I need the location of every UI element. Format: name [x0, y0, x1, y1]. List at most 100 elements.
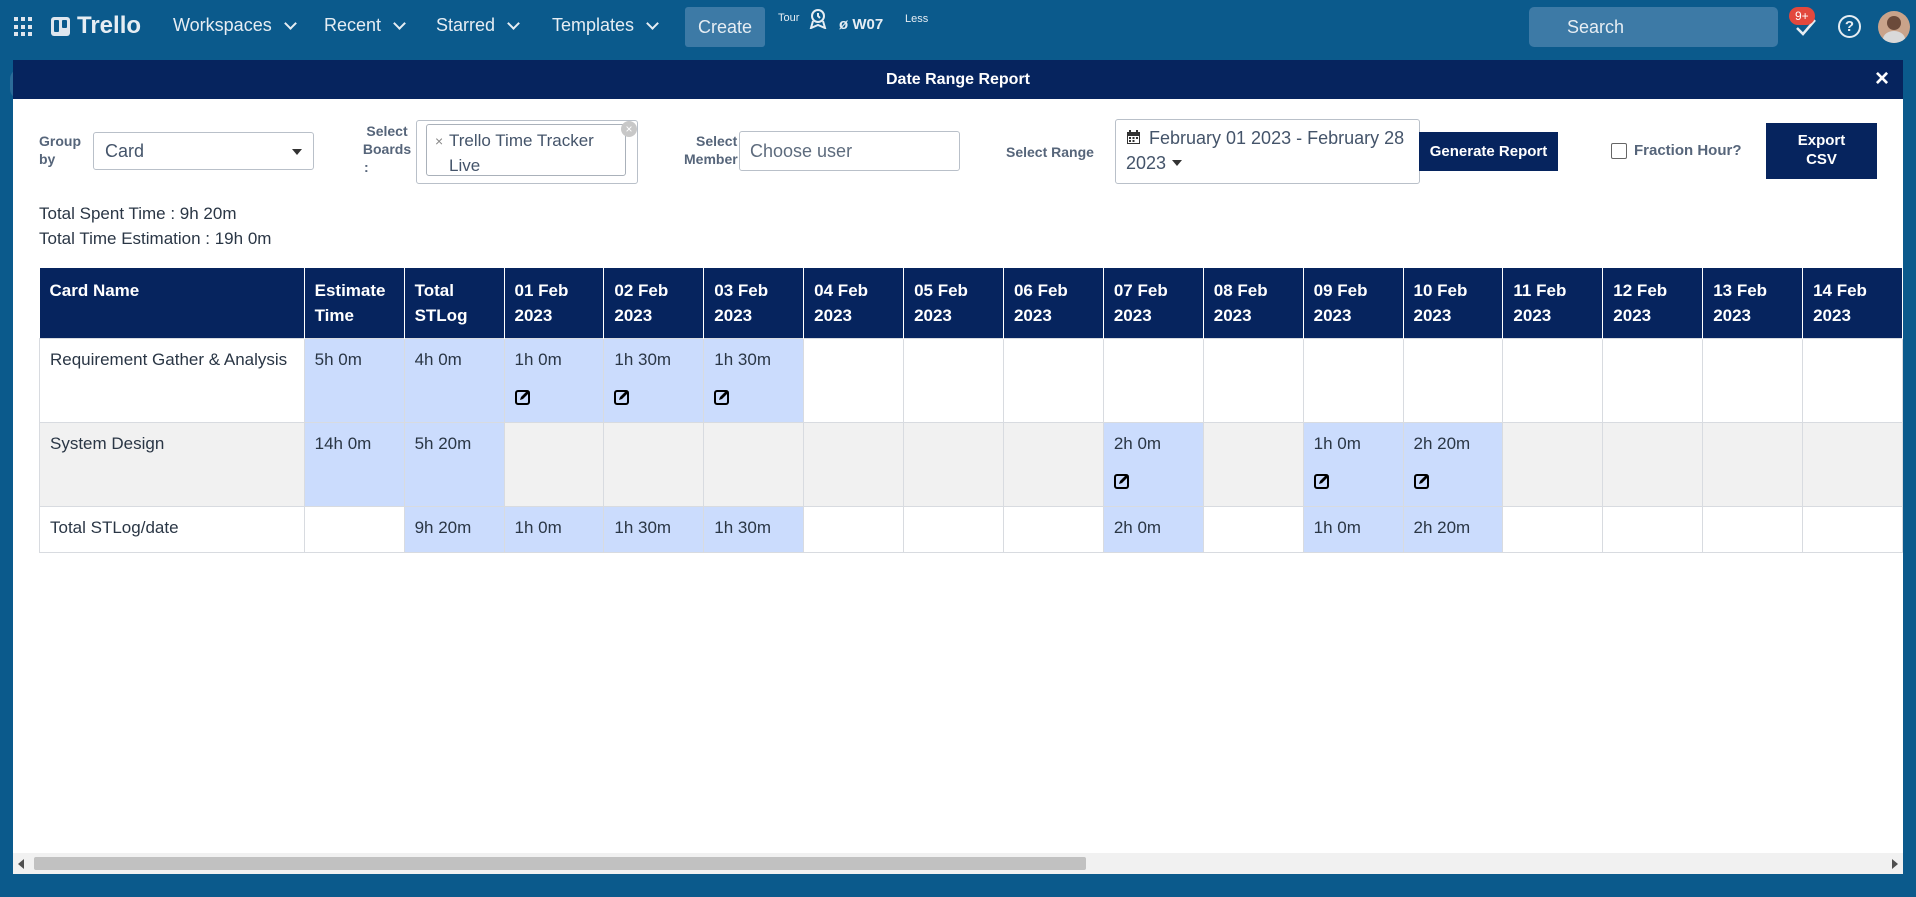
- time-cell: [903, 337, 1004, 423]
- time-cell: [703, 421, 805, 507]
- close-icon[interactable]: ×: [1875, 67, 1889, 91]
- cell-value: 1h 0m: [514, 517, 562, 537]
- select-boards-label-line: Boards: [362, 141, 412, 157]
- clear-selection-icon[interactable]: ×: [621, 121, 637, 137]
- notification-badge: 9+: [1789, 7, 1815, 25]
- export-csv-label: Export: [1797, 132, 1846, 149]
- column-header-label: 10 Feb: [1413, 281, 1468, 300]
- avatar[interactable]: [1878, 11, 1910, 43]
- cell-value: 5h 0m: [314, 349, 362, 369]
- top-navigation-bar: Trello Workspaces Recent Starred Templat…: [0, 0, 1916, 54]
- column-header-label: 2023: [614, 306, 653, 325]
- cell-value: 1h 30m: [714, 349, 771, 369]
- time-cell: 1h 30m: [603, 505, 705, 553]
- column-header-label: 09 Feb: [1313, 281, 1368, 300]
- fraction-hour-toggle[interactable]: Fraction Hour?: [1611, 142, 1742, 159]
- choose-user-input[interactable]: Choose user: [739, 131, 960, 171]
- remove-chip-icon[interactable]: ×: [435, 129, 443, 154]
- timer-icon[interactable]: [808, 9, 828, 29]
- column-header-label: 13 Feb: [1713, 281, 1768, 300]
- column-header-label: Time: [314, 306, 354, 325]
- edit-log-icon[interactable]: [1413, 473, 1430, 489]
- edit-log-icon[interactable]: [1113, 473, 1130, 489]
- table-row: Total STLog/date 9h 20m 1h 0m 1h 30m 1h 30m 2…: [39, 505, 1903, 553]
- app-switcher-icon[interactable]: [14, 17, 34, 37]
- select-range-label: Select Range: [1006, 144, 1094, 160]
- nav-starred[interactable]: Starred: [436, 15, 520, 36]
- create-button[interactable]: Create: [685, 7, 765, 47]
- nav-templates[interactable]: Templates: [552, 15, 659, 36]
- select-boards-label-line: Select: [366, 123, 408, 139]
- column-header-label: 2023: [1213, 306, 1252, 325]
- time-cell: [1502, 505, 1604, 553]
- scrollbar-thumb[interactable]: [34, 857, 1086, 870]
- date-range-report-modal: Date Range Report × Group by Card Select…: [13, 60, 1903, 874]
- time-cell: [603, 421, 705, 507]
- cell-value: 2h 20m: [1413, 433, 1471, 453]
- edit-log-icon[interactable]: [714, 389, 730, 405]
- w07-indicator[interactable]: ø W07: [839, 16, 883, 33]
- trello-logo[interactable]: Trello: [51, 12, 141, 40]
- nav-workspaces[interactable]: Workspaces: [173, 15, 297, 36]
- edit-log-icon[interactable]: [614, 389, 630, 405]
- time-cell: [1802, 421, 1903, 507]
- chevron-down-icon: [507, 16, 520, 30]
- time-cell: 2h 0m: [1102, 505, 1204, 553]
- time-cell: 4h 0m: [403, 337, 505, 423]
- column-header-label: 12 Feb: [1613, 281, 1668, 300]
- time-cell: [1402, 337, 1504, 423]
- help-icon[interactable]: ?: [1838, 15, 1861, 38]
- time-cell: 9h 20m: [403, 505, 505, 553]
- group-by-select[interactable]: Card: [93, 132, 314, 170]
- generate-report-button[interactable]: Generate Report: [1419, 132, 1558, 171]
- column-header: 08 Feb 2023: [1203, 268, 1304, 338]
- group-by-label: Group by: [39, 132, 81, 168]
- time-cell: [1802, 505, 1903, 553]
- cell-value: Requirement Gather & Analysis: [50, 349, 288, 369]
- column-header-label: 2023: [514, 306, 553, 325]
- boards-multiselect[interactable]: × Trello Time Tracker Live: [416, 120, 638, 184]
- cell-value: 5h 20m: [414, 433, 472, 453]
- caret-down-icon: [1172, 160, 1183, 166]
- column-header-label: 2023: [814, 306, 852, 325]
- time-cell: [1702, 421, 1804, 507]
- column-header-card-name: Card Name: [39, 268, 305, 338]
- column-header-label: 11 Feb: [1513, 281, 1567, 300]
- range-line-1: February 01 2023 - February 28: [1126, 126, 1409, 151]
- edit-log-icon[interactable]: [514, 389, 531, 405]
- edit-log-icon[interactable]: [1313, 473, 1330, 489]
- column-header-label: 2023: [1313, 306, 1352, 325]
- select-member-label: Select Member: [684, 132, 739, 168]
- total-time-estimation: Total Time Estimation : 19h 0m: [39, 229, 272, 248]
- column-header: 05 Feb 2023: [903, 268, 1004, 338]
- time-cell: [1202, 505, 1304, 553]
- column-header: 03 Feb 2023: [703, 268, 805, 338]
- less-link[interactable]: Less: [905, 13, 928, 25]
- column-header-label: 2023: [1513, 306, 1552, 325]
- cell-value: 4h 0m: [414, 349, 462, 369]
- group-by-label-line: Group: [39, 133, 81, 149]
- column-header: 09 Feb 2023: [1303, 268, 1404, 338]
- time-cell: [903, 505, 1004, 553]
- fraction-hour-checkbox[interactable]: [1611, 142, 1627, 159]
- search-input[interactable]: Search: [1529, 7, 1778, 47]
- cell-value: 2h 20m: [1413, 517, 1471, 537]
- tour-link[interactable]: Tour: [778, 12, 799, 24]
- nav-recent[interactable]: Recent: [324, 15, 406, 36]
- nav-templates-label: Templates: [552, 15, 635, 35]
- column-header-label: 2023: [914, 306, 952, 325]
- select-member-label-line: Select: [696, 133, 738, 149]
- column-header-label: 08 Feb: [1213, 281, 1268, 300]
- card-name-cell: Requirement Gather & Analysis: [39, 337, 305, 423]
- date-range-picker[interactable]: February 01 2023 - February 28 2023: [1115, 119, 1420, 184]
- scroll-right-icon[interactable]: [1892, 859, 1898, 869]
- table-row: System Design 14h 0m 5h 20m 2h 0m 1h 0m 2h 20…: [39, 421, 1903, 507]
- column-header: Estimate Time: [304, 268, 405, 338]
- column-header: 12 Feb 2023: [1602, 268, 1704, 338]
- export-csv-button[interactable]: Export CSV: [1766, 123, 1877, 179]
- horizontal-scrollbar[interactable]: [13, 853, 1903, 874]
- scroll-left-icon[interactable]: [18, 859, 24, 869]
- time-cell: [1602, 337, 1704, 423]
- column-header-label: 02 Feb: [614, 281, 669, 300]
- group-by-label-line: by: [39, 151, 56, 167]
